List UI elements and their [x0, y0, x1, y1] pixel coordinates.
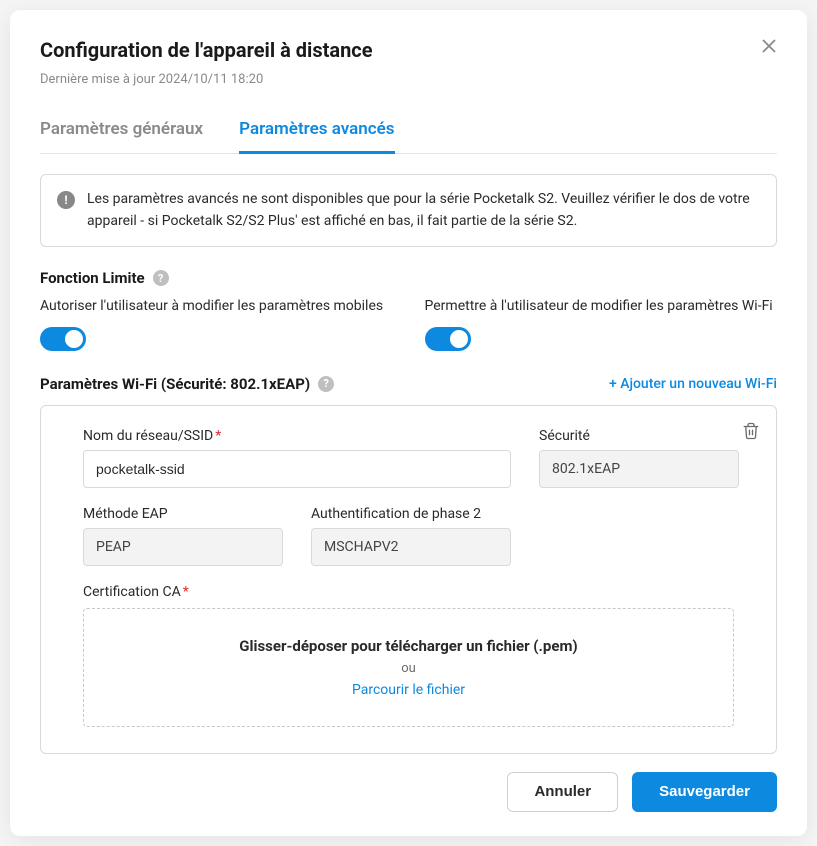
security-select[interactable]: 802.1xEAP: [539, 450, 739, 488]
trash-icon[interactable]: [742, 422, 762, 442]
help-icon[interactable]: ?: [153, 270, 169, 286]
phase2-select[interactable]: MSCHAPV2: [311, 528, 511, 566]
phase2-label: Authentification de phase 2: [311, 506, 511, 522]
toggle-mobile-settings: Autoriser l'utilisateur à modifier les p…: [40, 297, 393, 351]
help-icon[interactable]: ?: [318, 376, 334, 392]
toggle-mobile-switch[interactable]: [40, 327, 86, 351]
close-icon[interactable]: [757, 34, 781, 58]
tab-general[interactable]: Paramètres généraux: [40, 109, 203, 154]
remote-config-modal: Configuration de l'appareil à distance D…: [10, 10, 807, 836]
tab-advanced[interactable]: Paramètres avancés: [239, 109, 394, 154]
toggle-wifi-label: Permettre à l'utilisateur de modifier le…: [425, 297, 778, 317]
wifi-section-header: Paramètres Wi-Fi (Sécurité: 802.1xEAP) ?…: [40, 375, 777, 393]
wifi-card: Nom du réseau/SSID* Sécurité 802.1xEAP M…: [40, 405, 777, 754]
wifi-heading: Paramètres Wi-Fi (Sécurité: 802.1xEAP): [40, 375, 310, 393]
limit-function-title: Fonction Limite: [40, 269, 145, 287]
info-notice: ! Les paramètres avancés ne sont disponi…: [40, 174, 777, 247]
eap-select[interactable]: PEAP: [83, 528, 283, 566]
ssid-label: Nom du réseau/SSID*: [83, 428, 511, 444]
dropzone-main-text: Glisser-déposer pour télécharger un fich…: [96, 637, 721, 655]
toggle-mobile-label: Autoriser l'utilisateur à modifier les p…: [40, 297, 393, 317]
toggle-wifi-settings: Permettre à l'utilisateur de modifier le…: [425, 297, 778, 351]
toggles-row: Autoriser l'utilisateur à modifier les p…: [40, 297, 777, 351]
dropzone-or-text: ou: [96, 661, 721, 676]
cert-dropzone[interactable]: Glisser-déposer pour télécharger un fich…: [83, 608, 734, 727]
save-button[interactable]: Sauvegarder: [632, 772, 777, 812]
notice-text: Les paramètres avancés ne sont disponibl…: [87, 189, 760, 232]
ssid-input[interactable]: [83, 450, 511, 488]
cancel-button[interactable]: Annuler: [507, 772, 618, 812]
limit-function-header: Fonction Limite ?: [40, 269, 777, 287]
modal-footer: Annuler Sauvegarder: [40, 772, 777, 812]
modal-title: Configuration de l'appareil à distance: [40, 38, 777, 62]
tabs: Paramètres généraux Paramètres avancés: [40, 109, 777, 154]
last-updated: Dernière mise à jour 2024/10/11 18:20: [40, 72, 777, 87]
info-icon: !: [57, 191, 75, 209]
add-wifi-button[interactable]: + Ajouter un nouveau Wi-Fi: [609, 376, 777, 392]
security-label: Sécurité: [539, 428, 739, 444]
browse-file-link[interactable]: Parcourir le fichier: [96, 682, 721, 698]
cert-label: Certification CA*: [83, 584, 734, 600]
toggle-wifi-switch[interactable]: [425, 327, 471, 351]
eap-label: Méthode EAP: [83, 506, 283, 522]
